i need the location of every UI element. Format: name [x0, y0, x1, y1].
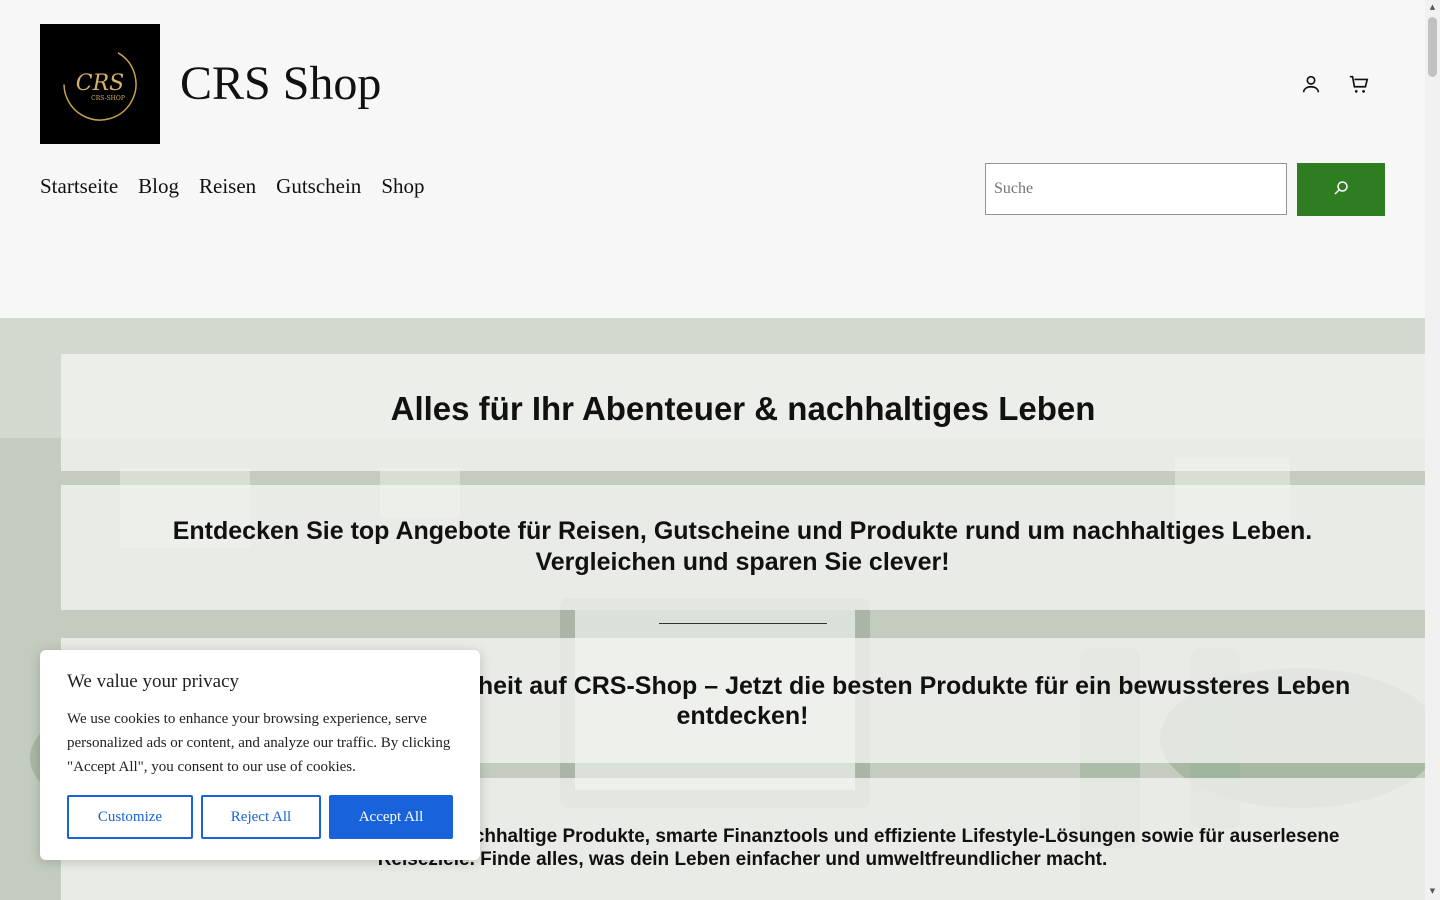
page-scrollbar[interactable]: ▲ ▼	[1425, 0, 1440, 900]
search-icon	[1332, 179, 1350, 200]
nav-item-startseite[interactable]: Startseite	[40, 174, 118, 199]
svg-text:CRS: CRS	[76, 71, 124, 96]
account-icon[interactable]	[1300, 70, 1322, 98]
scroll-thumb[interactable]	[1428, 17, 1437, 77]
cookie-banner: We value your privacy We use cookies to …	[40, 650, 480, 860]
logo-graphic: CRS CRS-SHOP	[63, 47, 137, 121]
reject-all-button[interactable]: Reject All	[201, 795, 321, 839]
cart-icon[interactable]	[1348, 70, 1370, 98]
hero-subtitle: Entdecken Sie top Angebote für Reisen, G…	[172, 517, 1313, 576]
scroll-down-icon[interactable]: ▼	[1428, 886, 1437, 896]
accept-all-button[interactable]: Accept All	[329, 795, 453, 839]
svg-text:CRS-SHOP: CRS-SHOP	[91, 95, 125, 102]
scroll-up-icon[interactable]: ▲	[1428, 2, 1437, 12]
nav-item-reisen[interactable]: Reisen	[199, 174, 256, 199]
search-button[interactable]	[1297, 163, 1385, 216]
site-logo[interactable]: CRS CRS-SHOP	[40, 24, 160, 144]
nav-item-gutschein[interactable]: Gutschein	[276, 174, 361, 199]
main-nav: Startseite Blog Reisen Gutschein Shop	[40, 174, 425, 199]
search-input[interactable]	[985, 163, 1287, 215]
site-title[interactable]: CRS Shop	[180, 55, 381, 113]
header-icons	[1300, 70, 1370, 98]
cookie-title: We value your privacy	[67, 671, 240, 692]
hero-title: Alles für Ihr Abenteuer & nachhaltiges L…	[390, 390, 1096, 427]
site-header: CRS CRS-SHOP CRS Shop Startseite Blog Re…	[0, 0, 1425, 318]
nav-item-blog[interactable]: Blog	[138, 174, 179, 199]
hero-separator	[659, 623, 827, 624]
nav-item-shop[interactable]: Shop	[381, 174, 424, 199]
customize-button[interactable]: Customize	[67, 795, 193, 839]
cookie-body: We use cookies to enhance your browsing …	[67, 711, 451, 775]
